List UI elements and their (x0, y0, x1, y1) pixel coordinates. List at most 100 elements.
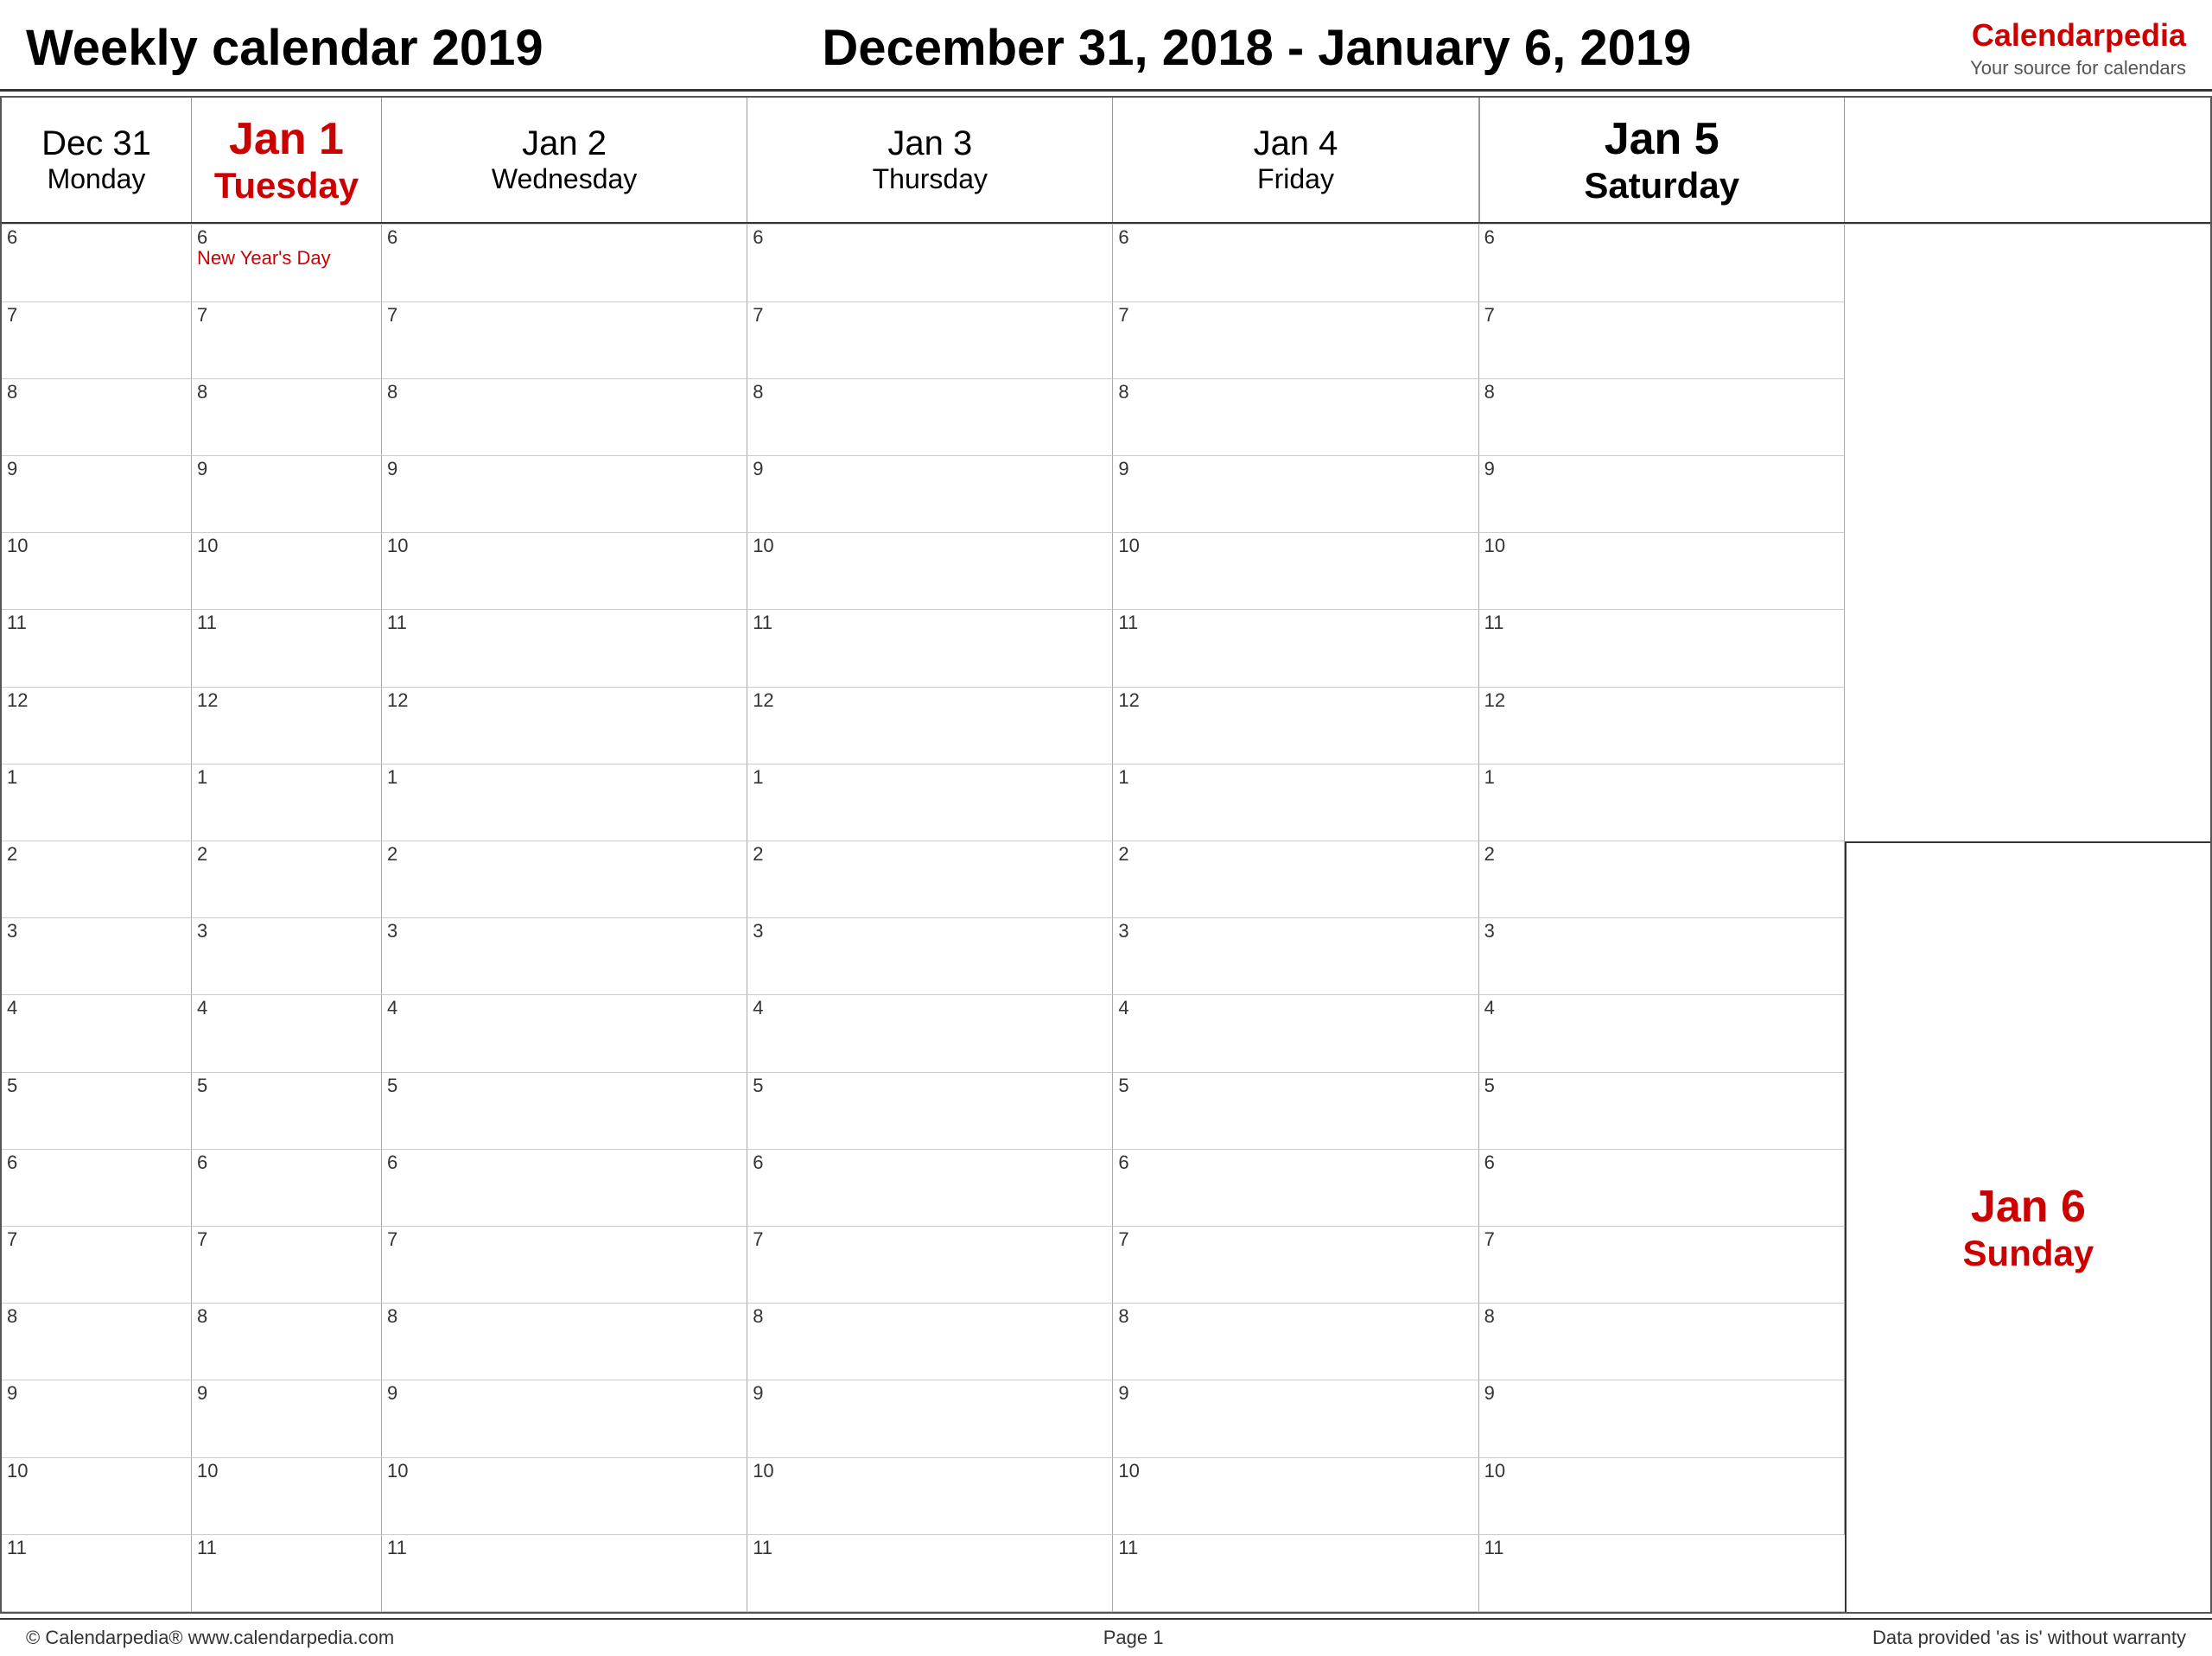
time-cell-jan4-row3[interactable]: 9 (1113, 456, 1478, 533)
time-cell-jan4-row5[interactable]: 11 (1113, 610, 1478, 687)
time-cell-jan2-row4[interactable]: 10 (382, 533, 747, 610)
time-cell-jan3-row12[interactable]: 6 (747, 1150, 1113, 1227)
time-cell-jan1-row14[interactable]: 8 (192, 1304, 382, 1380)
time-cell-jan5-row3[interactable]: 9 (1479, 456, 1845, 533)
time-cell-jan1-row9[interactable]: 3 (192, 918, 382, 995)
time-cell-jan1-row17[interactable]: 11 (192, 1535, 382, 1612)
time-cell-dec31-row2[interactable]: 8 (2, 379, 192, 456)
time-cell-jan3-row0[interactable]: 6 (747, 225, 1113, 301)
time-cell-jan5-row7[interactable]: 1 (1479, 765, 1845, 841)
time-cell-jan3-row17[interactable]: 11 (747, 1535, 1113, 1612)
time-cell-jan5-row2[interactable]: 8 (1479, 379, 1845, 456)
time-cell-dec31-row17[interactable]: 11 (2, 1535, 192, 1612)
time-cell-jan5-row0[interactable]: 6 (1479, 225, 1845, 301)
time-cell-jan4-row9[interactable]: 3 (1113, 918, 1478, 995)
time-cell-jan4-row12[interactable]: 6 (1113, 1150, 1478, 1227)
time-cell-jan4-row17[interactable]: 11 (1113, 1535, 1478, 1612)
time-cell-jan1-row16[interactable]: 10 (192, 1458, 382, 1535)
time-cell-jan2-row9[interactable]: 3 (382, 918, 747, 995)
time-cell-jan1-row6[interactable]: 12 (192, 688, 382, 765)
time-cell-jan2-row5[interactable]: 11 (382, 610, 747, 687)
time-cell-jan5-row17[interactable]: 11 (1479, 1535, 1845, 1612)
time-cell-jan4-row15[interactable]: 9 (1113, 1380, 1478, 1457)
time-cell-jan2-row17[interactable]: 11 (382, 1535, 747, 1612)
time-cell-jan4-row1[interactable]: 7 (1113, 302, 1478, 379)
time-cell-jan1-row0[interactable]: 6New Year's Day (192, 225, 382, 301)
time-cell-jan2-row7[interactable]: 1 (382, 765, 747, 841)
time-cell-jan1-row5[interactable]: 11 (192, 610, 382, 687)
time-cell-jan2-row12[interactable]: 6 (382, 1150, 747, 1227)
time-cell-dec31-row15[interactable]: 9 (2, 1380, 192, 1457)
time-cell-dec31-row3[interactable]: 9 (2, 456, 192, 533)
time-cell-jan6-row8[interactable]: Jan 6Sunday (1845, 841, 2210, 1612)
time-cell-jan5-row4[interactable]: 10 (1479, 533, 1845, 610)
time-cell-jan3-row6[interactable]: 12 (747, 688, 1113, 765)
time-cell-jan5-row1[interactable]: 7 (1479, 302, 1845, 379)
time-cell-jan1-row3[interactable]: 9 (192, 456, 382, 533)
time-cell-jan3-row3[interactable]: 9 (747, 456, 1113, 533)
time-cell-jan3-row14[interactable]: 8 (747, 1304, 1113, 1380)
time-cell-dec31-row11[interactable]: 5 (2, 1073, 192, 1150)
time-cell-jan2-row10[interactable]: 4 (382, 995, 747, 1072)
time-cell-jan3-row7[interactable]: 1 (747, 765, 1113, 841)
time-cell-jan4-row11[interactable]: 5 (1113, 1073, 1478, 1150)
time-cell-dec31-row14[interactable]: 8 (2, 1304, 192, 1380)
time-cell-jan4-row2[interactable]: 8 (1113, 379, 1478, 456)
time-cell-jan1-row4[interactable]: 10 (192, 533, 382, 610)
time-cell-dec31-row1[interactable]: 7 (2, 302, 192, 379)
time-cell-jan5-row11[interactable]: 5 (1479, 1073, 1845, 1150)
time-cell-jan3-row11[interactable]: 5 (747, 1073, 1113, 1150)
time-cell-jan1-row11[interactable]: 5 (192, 1073, 382, 1150)
time-cell-jan4-row4[interactable]: 10 (1113, 533, 1478, 610)
time-cell-jan1-row10[interactable]: 4 (192, 995, 382, 1072)
time-cell-jan5-row14[interactable]: 8 (1479, 1304, 1845, 1380)
time-cell-jan1-row8[interactable]: 2 (192, 841, 382, 918)
time-cell-jan2-row6[interactable]: 12 (382, 688, 747, 765)
time-cell-jan5-row12[interactable]: 6 (1479, 1150, 1845, 1227)
time-cell-dec31-row7[interactable]: 1 (2, 765, 192, 841)
time-cell-jan4-row8[interactable]: 2 (1113, 841, 1478, 918)
time-cell-jan1-row15[interactable]: 9 (192, 1380, 382, 1457)
time-cell-jan3-row1[interactable]: 7 (747, 302, 1113, 379)
time-cell-dec31-row12[interactable]: 6 (2, 1150, 192, 1227)
time-cell-jan1-row7[interactable]: 1 (192, 765, 382, 841)
time-cell-jan4-row7[interactable]: 1 (1113, 765, 1478, 841)
time-cell-jan5-row13[interactable]: 7 (1479, 1227, 1845, 1304)
time-cell-jan1-row2[interactable]: 8 (192, 379, 382, 456)
time-cell-jan3-row15[interactable]: 9 (747, 1380, 1113, 1457)
time-cell-dec31-row6[interactable]: 12 (2, 688, 192, 765)
time-cell-jan4-row10[interactable]: 4 (1113, 995, 1478, 1072)
time-cell-jan2-row2[interactable]: 8 (382, 379, 747, 456)
time-cell-dec31-row5[interactable]: 11 (2, 610, 192, 687)
time-cell-jan3-row8[interactable]: 2 (747, 841, 1113, 918)
time-cell-jan5-row15[interactable]: 9 (1479, 1380, 1845, 1457)
time-cell-jan2-row14[interactable]: 8 (382, 1304, 747, 1380)
time-cell-dec31-row16[interactable]: 10 (2, 1458, 192, 1535)
time-cell-jan2-row13[interactable]: 7 (382, 1227, 747, 1304)
time-cell-jan1-row1[interactable]: 7 (192, 302, 382, 379)
time-cell-jan5-row10[interactable]: 4 (1479, 995, 1845, 1072)
time-cell-jan2-row8[interactable]: 2 (382, 841, 747, 918)
time-cell-dec31-row13[interactable]: 7 (2, 1227, 192, 1304)
time-cell-dec31-row9[interactable]: 3 (2, 918, 192, 995)
time-cell-jan4-row13[interactable]: 7 (1113, 1227, 1478, 1304)
time-cell-dec31-row4[interactable]: 10 (2, 533, 192, 610)
time-cell-jan2-row3[interactable]: 9 (382, 456, 747, 533)
time-cell-dec31-row8[interactable]: 2 (2, 841, 192, 918)
time-cell-jan2-row1[interactable]: 7 (382, 302, 747, 379)
time-cell-jan2-row0[interactable]: 6 (382, 225, 747, 301)
time-cell-jan5-row16[interactable]: 10 (1479, 1458, 1845, 1535)
time-cell-jan3-row2[interactable]: 8 (747, 379, 1113, 456)
time-cell-jan3-row16[interactable]: 10 (747, 1458, 1113, 1535)
time-cell-jan3-row10[interactable]: 4 (747, 995, 1113, 1072)
time-cell-dec31-row10[interactable]: 4 (2, 995, 192, 1072)
time-cell-jan5-row6[interactable]: 12 (1479, 688, 1845, 765)
time-cell-jan2-row11[interactable]: 5 (382, 1073, 747, 1150)
time-cell-jan4-row6[interactable]: 12 (1113, 688, 1478, 765)
time-cell-dec31-row0[interactable]: 6 (2, 225, 192, 301)
time-cell-jan3-row4[interactable]: 10 (747, 533, 1113, 610)
time-cell-jan2-row15[interactable]: 9 (382, 1380, 747, 1457)
time-cell-jan4-row0[interactable]: 6 (1113, 225, 1478, 301)
time-cell-jan3-row9[interactable]: 3 (747, 918, 1113, 995)
time-cell-jan5-row9[interactable]: 3 (1479, 918, 1845, 995)
